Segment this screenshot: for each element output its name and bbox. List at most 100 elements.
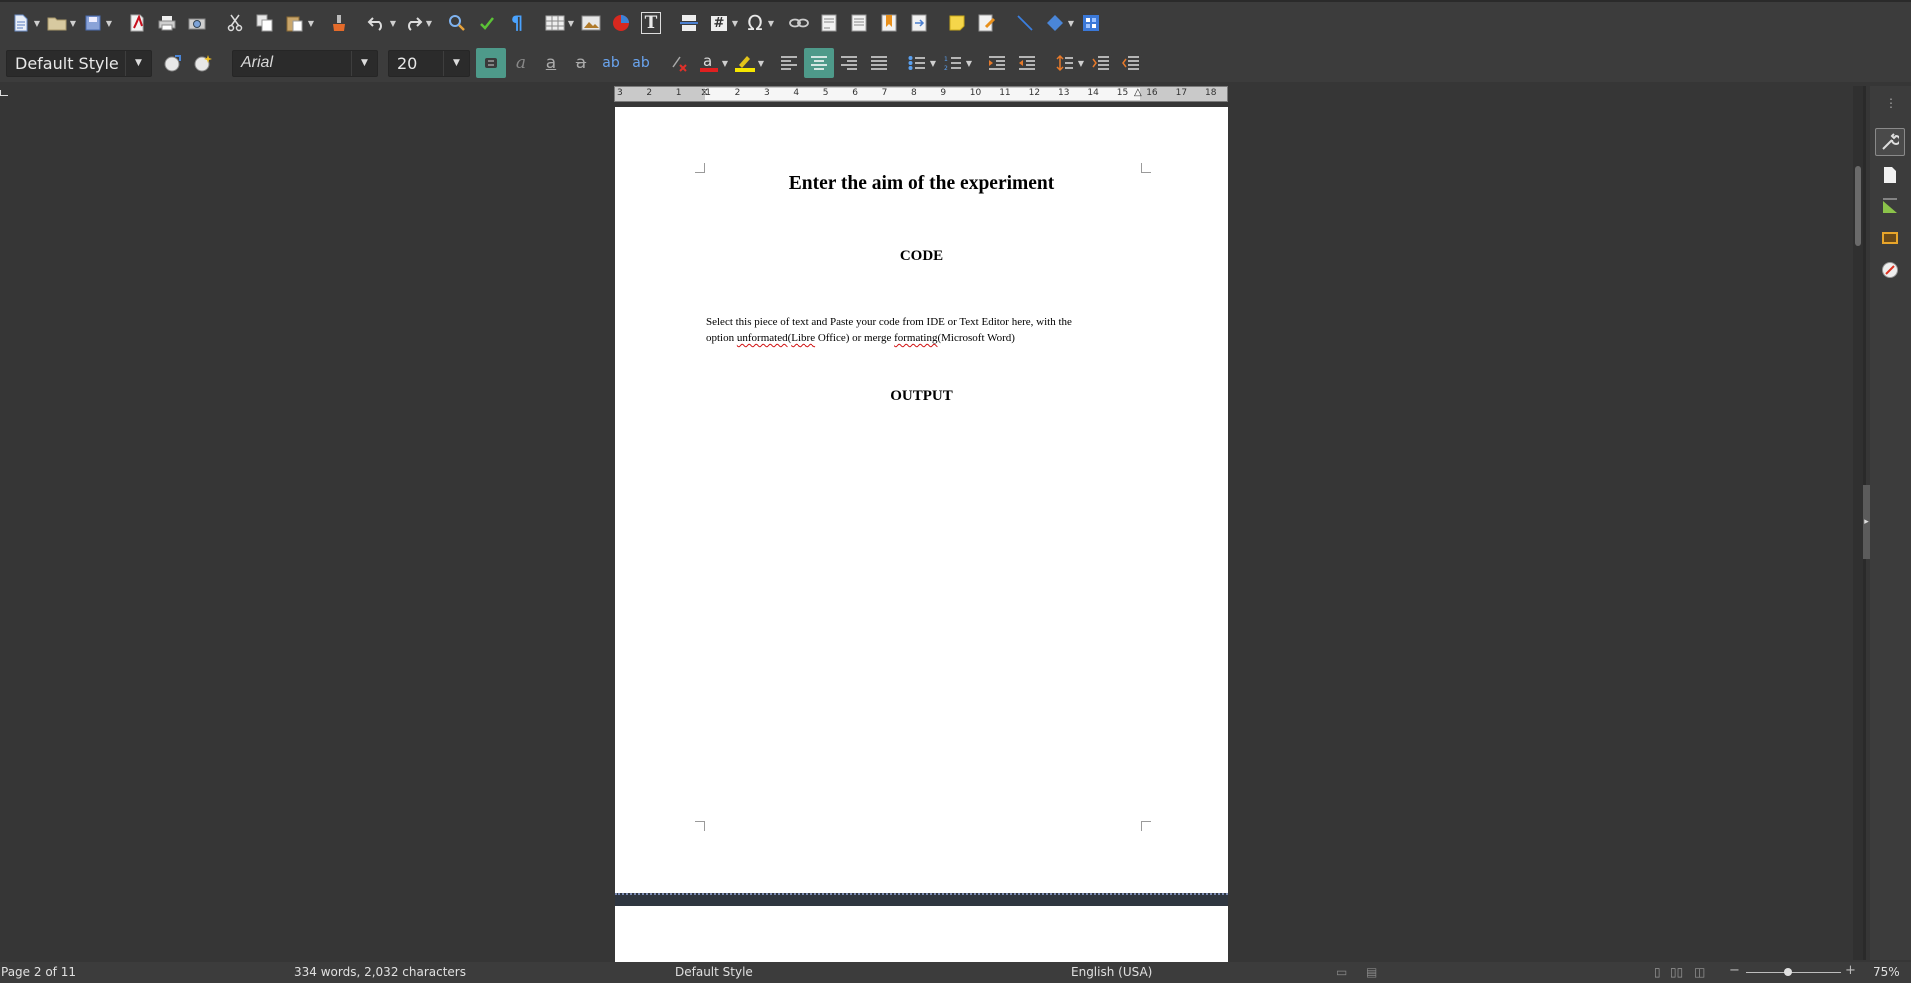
zoom-in-icon[interactable]: + [1845,963,1856,978]
insert-field-icon[interactable]: # [704,8,734,38]
bold-toggle[interactable] [476,48,506,78]
align-center-icon[interactable] [804,48,834,78]
single-page-view-icon[interactable]: ▯ [1654,965,1661,979]
styles-icon[interactable] [1875,192,1905,220]
svg-text:a: a [703,53,712,70]
chevron-down-icon[interactable]: ▼ [351,50,377,76]
insert-special-character-icon[interactable]: Ω [740,8,770,38]
increase-indent-icon[interactable] [982,48,1012,78]
undo-icon[interactable] [362,8,392,38]
navigator-icon[interactable] [1875,256,1905,284]
insert-comment-icon[interactable] [942,8,972,38]
zoom-percent[interactable]: 75% [1873,965,1900,979]
insert-bookmark-icon[interactable] [874,8,904,38]
bullet-list-icon[interactable] [902,48,932,78]
save-icon[interactable] [78,8,108,38]
document-title[interactable]: Enter the aim of the experiment [615,173,1228,195]
font-size-combo[interactable]: 20 ▼ [388,49,470,77]
vertical-scrollbar[interactable] [1853,86,1863,960]
insert-textbox-icon[interactable]: T [636,8,666,38]
zoom-slider[interactable] [1746,966,1841,978]
sidebar-collapse-icon[interactable]: ▸ [1863,485,1870,559]
output-heading[interactable]: OUTPUT [615,388,1228,405]
line-spacing-icon[interactable] [1050,48,1080,78]
chevron-down-icon[interactable]: ▼ [443,50,469,76]
sidebar-menu-icon[interactable]: ⋮ [1885,96,1897,110]
insert-image-icon[interactable] [576,8,606,38]
superscript-icon[interactable]: ab [596,48,626,78]
clone-formatting-icon[interactable] [324,8,354,38]
track-changes-icon[interactable] [972,8,1002,38]
page-style-status[interactable]: Default Style [675,965,753,979]
document-modified-icon[interactable]: ▤ [1366,965,1377,979]
standard-toolbar: ▼ ▼ ▼ ▼ ▼ ▼ ¶ ▼ T # ▼ Ω ▼ ▼ [0,0,1911,44]
decrease-indent-icon[interactable] [1012,48,1042,78]
zoom-slider-knob[interactable] [1783,968,1792,976]
insert-footnote-icon[interactable] [814,8,844,38]
text-boundary-corner [695,163,705,173]
zoom-out-icon[interactable]: − [1729,963,1740,978]
find-replace-icon[interactable] [442,8,472,38]
draw-functions-icon[interactable] [1076,8,1106,38]
gallery-icon[interactable] [1875,224,1905,252]
tab-stop-selector[interactable] [0,90,8,96]
underline-icon[interactable]: a [536,48,566,78]
increase-paragraph-spacing-icon[interactable] [1086,48,1116,78]
paste-icon[interactable] [280,8,310,38]
misspelled-word[interactable]: formating [894,332,937,344]
strikethrough-glyph: a [575,53,587,73]
font-color-icon[interactable]: a [694,48,724,78]
update-style-icon[interactable] [158,48,188,78]
insert-line-icon[interactable] [1010,8,1040,38]
code-heading[interactable]: CODE [615,248,1228,265]
horizontal-ruler[interactable]: 3 2 1 1 2 3 4 5 6 7 8 9 10 11 12 13 14 15 16 17 18 ⧖ △ [614,86,1228,102]
insert-page-break-icon[interactable] [674,8,704,38]
align-left-icon[interactable] [774,48,804,78]
document-page[interactable]: Enter the aim of the experiment CODE Sel… [615,107,1228,893]
misspelled-word[interactable]: Libre [791,332,815,344]
properties-icon[interactable] [1875,128,1905,156]
insert-hyperlink-icon[interactable] [784,8,814,38]
insert-chart-icon[interactable] [606,8,636,38]
multi-page-view-icon[interactable]: ▯▯ [1670,965,1683,979]
print-icon[interactable] [152,8,182,38]
next-document-page[interactable] [615,906,1228,962]
numbered-list-icon[interactable]: 12 [938,48,968,78]
right-indent-marker-icon[interactable]: △ [1134,87,1142,98]
word-count-status[interactable]: 334 words, 2,032 characters [294,965,466,979]
book-view-icon[interactable]: ◫ [1694,965,1705,979]
subscript-icon[interactable]: ab [626,48,656,78]
insert-endnote-icon[interactable] [844,8,874,38]
misspelled-word[interactable]: unformated [737,332,788,344]
highlight-color-icon[interactable] [730,48,760,78]
page-icon[interactable] [1875,161,1905,189]
print-preview-icon[interactable] [182,8,212,38]
scrollbar-thumb[interactable] [1855,166,1861,246]
instruction-paragraph[interactable]: Select this piece of text and Paste your… [706,314,1136,346]
redo-icon[interactable] [398,8,428,38]
copy-icon[interactable] [250,8,280,38]
formatting-marks-icon[interactable]: ¶ [502,8,532,38]
new-style-icon[interactable] [188,48,218,78]
paragraph-style-combo[interactable]: Default Style ▼ [6,49,152,77]
insert-cross-reference-icon[interactable] [904,8,934,38]
clear-formatting-icon[interactable] [664,48,694,78]
cut-icon[interactable] [220,8,250,38]
justify-icon[interactable] [864,48,894,78]
language-status[interactable]: English (USA) [1071,965,1152,979]
chevron-down-icon[interactable]: ▼ [125,50,151,76]
italic-icon[interactable]: a [506,48,536,78]
indent-marker-icon[interactable]: ⧖ [701,87,708,98]
insert-table-icon[interactable] [540,8,570,38]
new-document-icon[interactable] [6,8,36,38]
page-number-status[interactable]: Page 2 of 11 [1,965,76,979]
open-folder-icon[interactable] [42,8,72,38]
decrease-paragraph-spacing-icon[interactable] [1116,48,1146,78]
export-pdf-icon[interactable] [122,8,152,38]
font-name-combo[interactable]: Arial ▼ [232,49,378,77]
align-right-icon[interactable] [834,48,864,78]
spellcheck-icon[interactable] [472,8,502,38]
selection-mode-icon[interactable]: ▭ [1336,965,1347,979]
strikethrough-icon[interactable]: a [566,48,596,78]
basic-shapes-icon[interactable] [1040,8,1070,38]
